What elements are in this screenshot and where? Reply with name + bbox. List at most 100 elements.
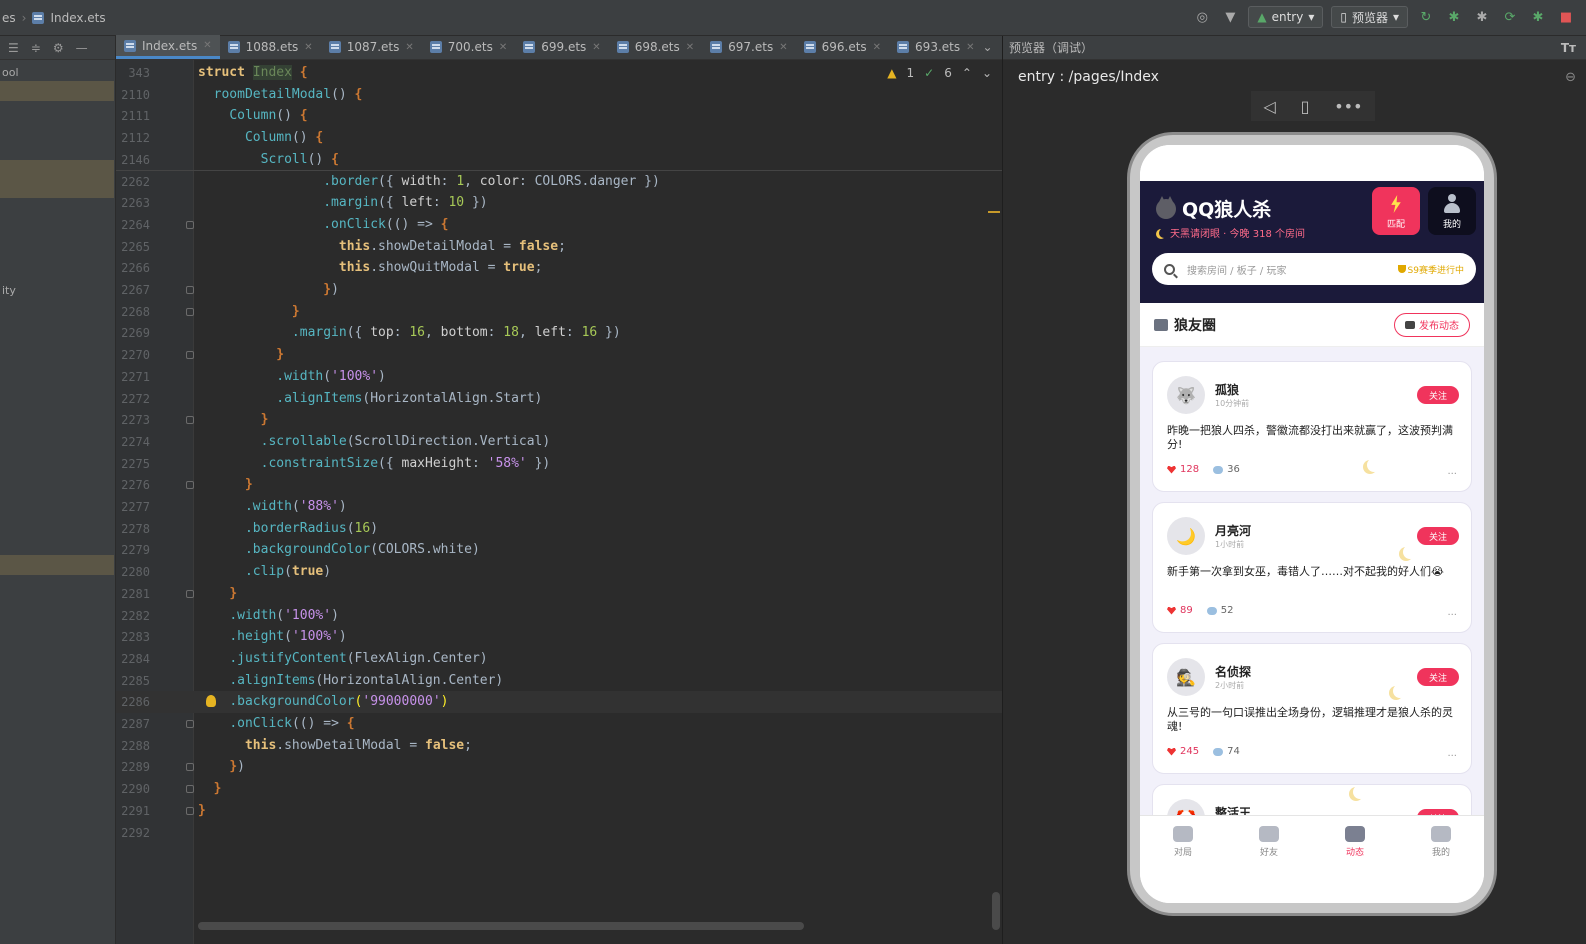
code-line[interactable]: 2267 }) <box>116 279 1002 301</box>
match-button[interactable]: 匹配 <box>1372 187 1420 235</box>
like-button[interactable]: 245 <box>1167 746 1199 757</box>
comment-button[interactable]: 36 <box>1213 464 1240 475</box>
fold-icon[interactable] <box>186 785 194 794</box>
close-icon[interactable]: ✕ <box>499 42 507 53</box>
code-line[interactable]: 2262 .border({ width: 1, color: COLORS.d… <box>116 171 1002 193</box>
fold-icon[interactable] <box>186 481 194 490</box>
avatar[interactable]: 🐺 <box>1167 376 1205 414</box>
code-line[interactable]: 2292 <box>116 822 1002 844</box>
bottom-tab-item[interactable]: 我的 <box>1398 816 1484 867</box>
breadcrumb-prefix[interactable]: es <box>2 11 16 25</box>
rotate-icon[interactable]: ▯ <box>1301 97 1310 116</box>
code-line[interactable]: 2283 .height('100%') <box>116 626 1002 648</box>
close-icon[interactable]: ✕ <box>873 42 881 53</box>
run-config-select[interactable]: ▲ entry ▾ <box>1248 6 1324 28</box>
more-horizontal-icon[interactable]: ••• <box>1334 97 1362 116</box>
code-line[interactable]: 2110 roomDetailModal() { <box>116 84 1002 106</box>
code-line[interactable]: 2268 } <box>116 301 1002 323</box>
close-icon[interactable]: ✕ <box>779 42 787 53</box>
code-line[interactable]: 2275 .constraintSize({ maxHeight: '58%' … <box>116 453 1002 475</box>
horizontal-scrollbar[interactable] <box>198 922 804 930</box>
reload-icon[interactable]: ↻ <box>1416 7 1436 27</box>
fold-icon[interactable] <box>186 720 194 728</box>
code-line[interactable]: 2289 }) <box>116 756 1002 778</box>
expand-icon[interactable]: ≑ <box>31 41 41 55</box>
code-line[interactable]: 2146 Scroll() { <box>116 149 1002 171</box>
code-line[interactable]: 2269 .margin({ top: 16, bottom: 18, left… <box>116 322 1002 344</box>
search-input[interactable]: 搜索房间 / 板子 / 玩家 S9赛季进行中 <box>1152 253 1476 285</box>
collapse-icon[interactable]: ☰ <box>8 41 19 55</box>
inspection-indicators[interactable]: ▲ 1 ✓ 6 ⌃ ⌄ <box>887 66 992 80</box>
project-tree-item[interactable]: ool <box>0 66 114 79</box>
chevron-up-icon[interactable]: ⌃ <box>962 66 972 80</box>
editor-tab[interactable]: 698.ets ✕ <box>609 35 702 59</box>
editor-tab[interactable]: 699.ets ✕ <box>515 35 608 59</box>
code-line[interactable]: 2277 .width('88%') <box>116 496 1002 518</box>
code-line[interactable]: 2287 .onClick(() => { <box>116 713 1002 735</box>
vertical-scrollbar[interactable] <box>992 892 1000 930</box>
close-icon[interactable]: ✕ <box>405 42 413 53</box>
post-username[interactable]: 孤狼 <box>1215 381 1239 398</box>
code-line[interactable]: 2279 .backgroundColor(COLORS.white) <box>116 539 1002 561</box>
close-icon[interactable]: ✕ <box>592 42 600 53</box>
bottom-tab-item[interactable]: 动态 <box>1312 816 1398 867</box>
code-line[interactable]: 2274 .scrollable(ScrollDirection.Vertica… <box>116 431 1002 453</box>
minimize-icon[interactable]: — <box>76 41 88 55</box>
editor-tab[interactable]: Index.ets ✕ <box>116 35 220 59</box>
code-line[interactable]: 2276 } <box>116 474 1002 496</box>
chevron-down-icon[interactable]: ⌄ <box>983 40 993 54</box>
zoom-out-icon[interactable]: ⊖ <box>1565 70 1576 85</box>
stop-icon[interactable]: ■ <box>1556 7 1576 27</box>
fold-icon[interactable] <box>186 307 194 316</box>
like-button[interactable]: 128 <box>1167 464 1199 475</box>
gear-icon[interactable]: ⚙ <box>53 41 64 55</box>
code-line[interactable]: 2266 this.showQuitModal = true; <box>116 257 1002 279</box>
code-line[interactable]: 2281 } <box>116 583 1002 605</box>
project-tree-item[interactable]: ity <box>0 284 114 297</box>
code-line[interactable]: 2265 this.showDetailModal = false; <box>116 236 1002 258</box>
close-icon[interactable]: ✕ <box>966 42 974 53</box>
debug-icon[interactable]: ✱ <box>1444 7 1464 27</box>
code-line[interactable]: 2280 .clip(true) <box>116 561 1002 583</box>
target-icon[interactable]: ◎ <box>1192 7 1212 27</box>
bottom-tab-item[interactable]: 对局 <box>1140 816 1226 867</box>
post-username[interactable]: 月亮河 <box>1215 522 1251 539</box>
code-line[interactable]: 2112 Column() { <box>116 127 1002 149</box>
hot-reload-icon[interactable]: ⟳ <box>1500 7 1520 27</box>
fold-icon[interactable] <box>186 589 194 598</box>
breadcrumb-file[interactable]: Index.ets <box>50 11 105 25</box>
back-icon[interactable]: ◁ <box>1263 97 1275 116</box>
code-line[interactable]: 2285 .alignItems(HorizontalAlign.Center) <box>116 670 1002 692</box>
post-card[interactable]: 🌙 月亮河 1小时前 关注 新手第一次拿到女巫，毒错人了……对不起我的好人们😭 89 52.… <box>1152 502 1472 633</box>
more-button[interactable]: ... <box>1447 466 1457 477</box>
code-line[interactable]: 2278 .borderRadius(16) <box>116 518 1002 540</box>
code-line[interactable]: 2284 .justifyContent(FlexAlign.Center) <box>116 648 1002 670</box>
more-button[interactable]: ... <box>1447 607 1457 618</box>
post-button[interactable]: 发布动态 <box>1394 312 1470 337</box>
code-line[interactable]: 2271 .width('100%') <box>116 366 1002 388</box>
bottom-tab-item[interactable]: 好友 <box>1226 816 1312 867</box>
editor-tab[interactable]: 696.ets ✕ <box>796 35 889 59</box>
comment-button[interactable]: 74 <box>1213 746 1240 757</box>
comment-button[interactable]: 52 <box>1206 605 1233 616</box>
close-icon[interactable]: ✕ <box>203 40 211 51</box>
post-username[interactable]: 名侦探 <box>1215 663 1251 680</box>
follow-button[interactable]: 关注 <box>1417 527 1459 545</box>
code-line[interactable]: 2290 } <box>116 778 1002 800</box>
close-icon[interactable]: ✕ <box>304 42 312 53</box>
follow-button[interactable]: 关注 <box>1417 386 1459 404</box>
editor-tab[interactable]: 1088.ets ✕ <box>220 35 321 59</box>
bug-filter-icon[interactable]: ▼ <box>1220 7 1240 27</box>
code-line[interactable]: 2270 } <box>116 344 1002 366</box>
like-button[interactable]: 89 <box>1167 605 1193 616</box>
post-card[interactable]: 🕵 名侦探 2小时前 关注 从三号的一句口误推出全场身份，逻辑推理才是狼人杀的灵魂! 24… <box>1152 643 1472 774</box>
close-icon[interactable]: ✕ <box>686 42 694 53</box>
fold-icon[interactable] <box>186 416 194 425</box>
follow-button[interactable]: 关注 <box>1417 668 1459 686</box>
code-editor[interactable]: 343 struct Index {2110 roomDetailModal() … <box>116 60 1002 944</box>
code-line[interactable]: 2273 } <box>116 409 1002 431</box>
fold-icon[interactable] <box>186 351 194 360</box>
chevron-down-icon[interactable]: ⌄ <box>982 66 992 80</box>
editor-tab[interactable]: 693.ets ✕ <box>889 35 982 59</box>
code-line[interactable]: 2264 .onClick(() => { <box>116 214 1002 236</box>
